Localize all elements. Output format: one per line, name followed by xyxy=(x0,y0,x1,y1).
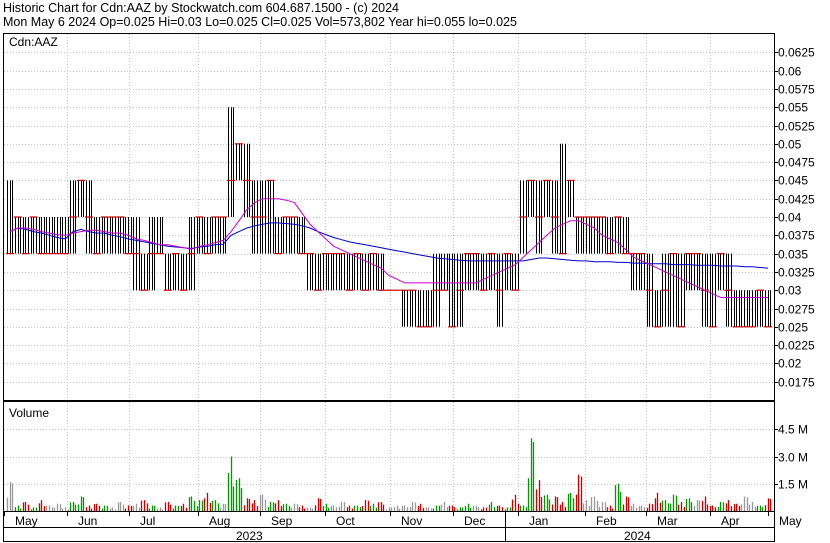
month-label: May xyxy=(779,514,802,528)
price-tick-label: 0.045 xyxy=(778,174,808,188)
price-tick-label: 0.0625 xyxy=(778,46,815,60)
month-label: Jun xyxy=(78,514,97,528)
price-tick-label: 0.04 xyxy=(778,211,802,225)
price-tick-label: 0.0475 xyxy=(778,156,815,170)
price-tick-label: 0.0575 xyxy=(778,83,815,97)
volume-tick-label: 1.5 M xyxy=(778,478,808,492)
year-label: 2024 xyxy=(624,529,651,543)
month-label: Oct xyxy=(336,514,355,528)
price-y-axis: 0.0625 0.06 0.0575 0.055 0.0525 0.05 0.0475 0.0… xyxy=(774,46,815,390)
month-label: Apr xyxy=(721,514,740,528)
month-label: Sep xyxy=(271,514,293,528)
price-tick-label: 0.035 xyxy=(778,248,808,262)
volume-tick-label: 4.5 M xyxy=(778,423,808,437)
month-label: Jul xyxy=(140,514,155,528)
month-label: Jan xyxy=(529,514,548,528)
year-axis-frame xyxy=(3,527,775,542)
price-tick-label: 0.0275 xyxy=(778,303,815,317)
price-tick-label: 0.025 xyxy=(778,321,808,335)
month-label: Aug xyxy=(209,514,230,528)
month-label: May xyxy=(15,514,38,528)
volume-panel-frame xyxy=(3,401,775,512)
month-label: Dec xyxy=(464,514,485,528)
price-tick-label: 0.0425 xyxy=(778,193,815,207)
price-tick-label: 0.06 xyxy=(778,65,802,79)
price-tick-label: 0.0325 xyxy=(778,266,815,280)
volume-bars xyxy=(6,438,772,511)
month-axis: May Jun Jul Aug Sep Oct Nov Dec Jan Feb Mar Apr May xyxy=(4,512,802,528)
price-tick-label: 0.055 xyxy=(778,101,808,115)
month-label: Nov xyxy=(401,514,422,528)
volume-label: Volume xyxy=(9,406,49,420)
month-label: Mar xyxy=(657,514,678,528)
price-tick-label: 0.0225 xyxy=(778,339,815,353)
price-tick-label: 0.03 xyxy=(778,284,802,298)
price-tick-label: 0.0375 xyxy=(778,229,815,243)
year-label: 2023 xyxy=(236,529,263,543)
price-tick-label: 0.02 xyxy=(778,357,802,371)
stock-chart: Cdn:AAZ 0.06250.060.05750.0550.05250.050… xyxy=(3,33,815,543)
volume-grid xyxy=(4,402,774,511)
volume-y-axis: 4.5 M 3.0 M 1.5 M xyxy=(774,423,808,492)
price-tick-label: 0.0525 xyxy=(778,120,815,134)
price-tick-label: 0.0175 xyxy=(778,376,815,390)
month-label: Feb xyxy=(596,514,617,528)
symbol-label: Cdn:AAZ xyxy=(9,35,58,49)
volume-tick-label: 3.0 M xyxy=(778,451,808,465)
price-tick-label: 0.05 xyxy=(778,138,802,152)
